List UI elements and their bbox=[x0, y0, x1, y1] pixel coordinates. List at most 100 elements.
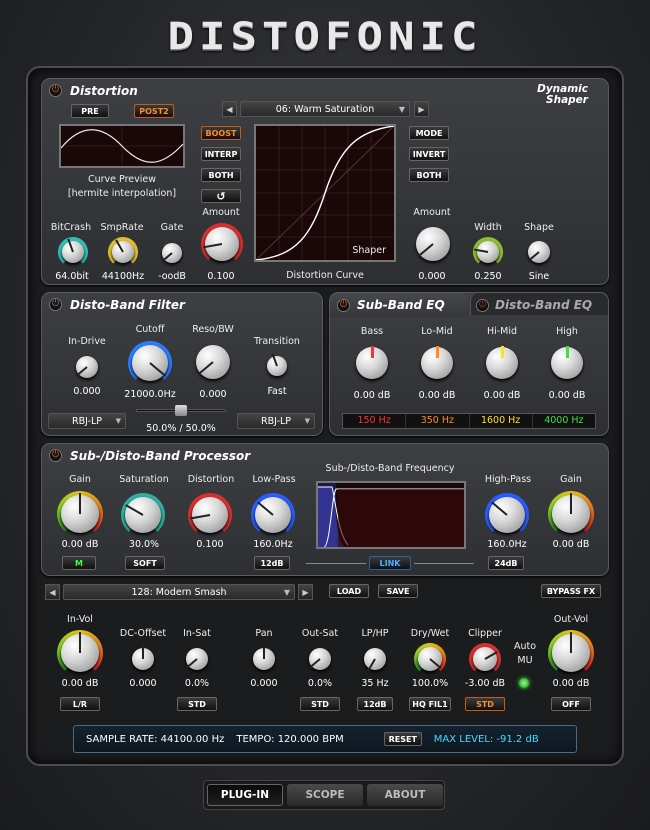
balance-slider[interactable] bbox=[136, 405, 226, 416]
eq-lomid-knob[interactable] bbox=[417, 343, 457, 383]
interp-button[interactable]: INTERP bbox=[201, 147, 241, 161]
disto-eq-power-icon[interactable]: ⏻ bbox=[476, 299, 489, 312]
boost-button[interactable]: BOOST bbox=[201, 126, 241, 140]
mode-button[interactable]: MODE bbox=[409, 126, 449, 140]
save-button[interactable]: SAVE bbox=[378, 584, 418, 598]
link-button[interactable]: LINK bbox=[369, 556, 411, 570]
outsat-knob[interactable] bbox=[305, 644, 335, 674]
gate-knob[interactable] bbox=[158, 239, 186, 267]
post2-button[interactable]: POST2 bbox=[134, 104, 174, 118]
lr-button[interactable]: L/R bbox=[60, 697, 100, 711]
bitcrash-knob[interactable] bbox=[58, 237, 88, 267]
shape-label: Shape bbox=[524, 222, 554, 233]
saturation-knob[interactable] bbox=[121, 493, 165, 537]
balance-value: 50.0% / 50.0% bbox=[146, 423, 216, 434]
m-button[interactable]: M bbox=[62, 556, 96, 570]
master-preset-select[interactable]: 128: Modern Smash ▼ bbox=[63, 584, 295, 600]
soft-button[interactable]: SOFT bbox=[125, 556, 165, 570]
lowpass-knob[interactable] bbox=[251, 493, 295, 537]
preset-next-icon[interactable]: ▶ bbox=[414, 101, 429, 117]
width-label: Width bbox=[474, 222, 502, 233]
reset-button[interactable]: RESET bbox=[383, 732, 422, 746]
both-button-right[interactable]: BOTH bbox=[409, 168, 449, 182]
distortion-preset-select[interactable]: 06: Warm Saturation ▼ bbox=[240, 101, 410, 117]
distortion-power-icon[interactable]: ⏻ bbox=[49, 84, 62, 97]
eq-himid-freq[interactable]: 1600 Hz bbox=[470, 414, 533, 428]
knob-pointer bbox=[79, 493, 81, 514]
eq-bass-freq[interactable]: 150 Hz bbox=[343, 414, 407, 428]
filter2-select[interactable]: RBJ-LP ▼ bbox=[237, 413, 315, 429]
amount-knob-1[interactable] bbox=[201, 223, 243, 265]
sub-eq-power-icon[interactable]: ⏻ bbox=[337, 299, 350, 312]
eq-high-freq[interactable]: 4000 Hz bbox=[533, 414, 595, 428]
indrive-knob[interactable] bbox=[72, 352, 102, 382]
processor-title: Sub-/Disto-Band Processor bbox=[70, 449, 251, 463]
width-value: 0.250 bbox=[474, 271, 502, 282]
eq-lomid-label: Lo-Mid bbox=[421, 326, 453, 337]
proc-distortion-knob[interactable] bbox=[188, 493, 232, 537]
clipper-std-button[interactable]: STD bbox=[465, 697, 505, 711]
insat-knob[interactable] bbox=[182, 644, 212, 674]
drywet-knob[interactable] bbox=[414, 643, 446, 675]
tab-about[interactable]: ABOUT bbox=[367, 784, 443, 806]
auto-mu-led[interactable] bbox=[519, 678, 529, 688]
dcoffset-knob[interactable] bbox=[128, 644, 158, 674]
smprate-knob[interactable] bbox=[108, 237, 138, 267]
drywet-label: Dry/Wet bbox=[410, 628, 450, 639]
master-preset-next-icon[interactable]: ▶ bbox=[298, 584, 313, 600]
distortion-title: Distortion bbox=[70, 84, 138, 98]
slider-thumb[interactable] bbox=[175, 405, 187, 416]
preset-prev-icon[interactable]: ◀ bbox=[222, 101, 237, 117]
pan-knob[interactable] bbox=[249, 644, 279, 674]
band-freq-screen[interactable] bbox=[316, 481, 466, 549]
insat-std-button[interactable]: STD bbox=[177, 697, 217, 711]
filter1-select[interactable]: RBJ-LP ▼ bbox=[48, 413, 126, 429]
status-bar: SAMPLE RATE: 44100.00 Hz TEMPO: 120.000 … bbox=[73, 725, 577, 753]
both-button-left[interactable]: BOTH bbox=[201, 168, 241, 182]
shape-knob[interactable] bbox=[524, 237, 554, 267]
tab-plugin[interactable]: PLUG-IN bbox=[207, 784, 283, 806]
tab-scope[interactable]: SCOPE bbox=[287, 784, 363, 806]
invol-knob[interactable] bbox=[57, 630, 103, 676]
knob-cap bbox=[267, 356, 287, 376]
bitcrash-value: 64.0bit bbox=[55, 271, 89, 282]
eq-himid-value: 0.00 dB bbox=[483, 390, 521, 401]
eq-himid-knob[interactable] bbox=[482, 343, 522, 383]
hp-slope-button[interactable]: 24dB bbox=[488, 556, 524, 570]
amount-label-1: Amount bbox=[202, 207, 240, 218]
eq-high-knob[interactable] bbox=[547, 343, 587, 383]
proc-gain2-knob[interactable] bbox=[548, 491, 594, 537]
master-preset-prev-icon[interactable]: ◀ bbox=[45, 584, 60, 600]
filter-power-icon[interactable]: ⏻ bbox=[49, 298, 62, 311]
lp-slope-button[interactable]: 12dB bbox=[254, 556, 290, 570]
resobw-knob[interactable] bbox=[192, 341, 234, 383]
clipper-value: -3.00 dB bbox=[464, 678, 506, 689]
drywet-value: 100.0% bbox=[411, 678, 449, 689]
outvol-knob[interactable] bbox=[548, 630, 594, 676]
lphp-slope-button[interactable]: 12dB bbox=[357, 697, 393, 711]
hq-fil-button[interactable]: HQ FIL1 bbox=[409, 697, 451, 711]
proc-gain-label: Gain bbox=[69, 474, 91, 485]
width-knob[interactable] bbox=[473, 237, 503, 267]
proc-gain-knob[interactable] bbox=[57, 491, 103, 537]
lphp-knob[interactable] bbox=[360, 644, 390, 674]
reset-curve-button[interactable]: ↺ bbox=[201, 189, 241, 203]
pre-button[interactable]: PRE bbox=[71, 104, 109, 118]
disto-eq-tab-label: Disto-Band EQ bbox=[495, 298, 593, 312]
knob-cap bbox=[125, 497, 161, 533]
processor-power-icon[interactable]: ⏻ bbox=[49, 449, 62, 462]
amount-knob-2[interactable] bbox=[412, 223, 454, 265]
app-logo: DISTOFONIC bbox=[167, 14, 483, 58]
eq-high-value: 0.00 dB bbox=[548, 390, 586, 401]
outvol-off-button[interactable]: OFF bbox=[551, 697, 591, 711]
eq-bass-knob[interactable] bbox=[352, 343, 392, 383]
invert-button[interactable]: INVERT bbox=[409, 147, 449, 161]
cutoff-knob[interactable] bbox=[128, 341, 172, 385]
transition-knob[interactable] bbox=[263, 352, 291, 380]
highpass-knob[interactable] bbox=[485, 493, 529, 537]
bypass-fx-button[interactable]: BYPASS FX bbox=[541, 584, 601, 598]
outsat-std-button[interactable]: STD bbox=[300, 697, 340, 711]
load-button[interactable]: LOAD bbox=[329, 584, 369, 598]
clipper-knob[interactable] bbox=[469, 643, 501, 675]
eq-lomid-freq[interactable]: 350 Hz bbox=[406, 414, 470, 428]
